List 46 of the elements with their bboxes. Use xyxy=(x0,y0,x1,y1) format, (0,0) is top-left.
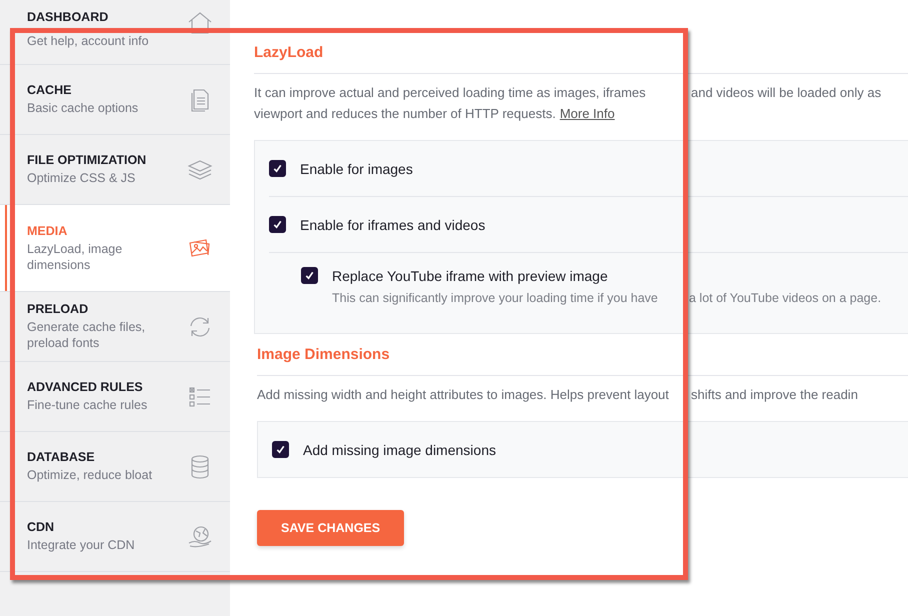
description-text: Add missing width and height attributes to images. Helps prevent layout xyxy=(257,386,670,404)
option-label: Add missing image dimensions xyxy=(303,442,496,458)
item-subtitle: Fine-tune cache rules xyxy=(27,397,148,413)
sidebar-item[interactable]: DASHBOARD Get help, account info xyxy=(0,0,230,65)
description-text: shifts and improve the readin xyxy=(690,386,858,404)
option-note: a lot of YouTube videos on a page. xyxy=(688,291,882,305)
item-title: PRELOAD xyxy=(27,302,90,316)
checkmark-icon xyxy=(304,270,315,281)
item-title: CACHE xyxy=(27,83,72,97)
description-text: and videos will be loaded only as xyxy=(690,84,882,102)
checkmark-icon xyxy=(272,163,283,174)
item-title: ADVANCED RULES xyxy=(27,380,144,394)
description-text: It can improve actual and perceived loading time as images, iframes xyxy=(254,84,647,102)
section-heading: LazyLoad xyxy=(254,44,908,74)
item-subtitle: Optimize, reduce bloat xyxy=(27,467,152,483)
section-heading: Image Dimensions xyxy=(257,334,908,376)
item-title: DASHBOARD xyxy=(27,10,110,24)
checkmark-icon xyxy=(272,219,283,230)
description-text: viewport and reduces the number of HTTP requests. xyxy=(254,105,556,123)
item-subtitle: Get help, account info xyxy=(27,33,149,49)
sidebar-item[interactable]: DATABASE Optimize, reduce bloat xyxy=(0,432,230,502)
item-title: MEDIA xyxy=(27,224,68,238)
sidebar-item[interactable]: PRELOAD Generate cache files, preload fonts xyxy=(0,292,230,362)
more-info-link[interactable]: More Info xyxy=(560,103,615,124)
option-note: This can significantly improve your loading time if you have xyxy=(332,291,659,305)
globe-hand-icon xyxy=(187,524,213,550)
sidebar-item[interactable]: MEDIA LazyLoad, image dimensions xyxy=(0,205,230,292)
item-subtitle: Basic cache options xyxy=(27,100,138,116)
item-title: DATABASE xyxy=(27,450,96,464)
item-title: FILE OPTIMIZATION xyxy=(27,153,146,167)
item-subtitle: Generate cache files, preload fonts xyxy=(27,319,146,351)
item-subtitle: Optimize CSS & JS xyxy=(27,170,136,186)
checkbox[interactable] xyxy=(301,267,318,284)
option-label: Enable for iframes and videos xyxy=(300,216,486,232)
sidebar-item[interactable]: CACHE Basic cache options xyxy=(0,65,230,135)
item-subtitle: Integrate your CDN xyxy=(27,537,135,553)
checkbox[interactable] xyxy=(269,160,286,177)
sidebar-item[interactable]: ADVANCED RULES Fine-tune cache rules xyxy=(0,362,230,432)
option-label: Enable for images xyxy=(300,160,413,176)
item-title: CDN xyxy=(27,520,56,534)
checkbox[interactable] xyxy=(269,216,286,233)
item-subtitle: LazyLoad, image dimensions xyxy=(27,240,124,272)
checkbox[interactable] xyxy=(272,441,289,458)
option-label: Replace YouTube iframe with preview image xyxy=(332,268,608,284)
sidebar-item[interactable]: CDN Integrate your CDN xyxy=(0,502,230,572)
checkmark-icon xyxy=(275,444,286,455)
